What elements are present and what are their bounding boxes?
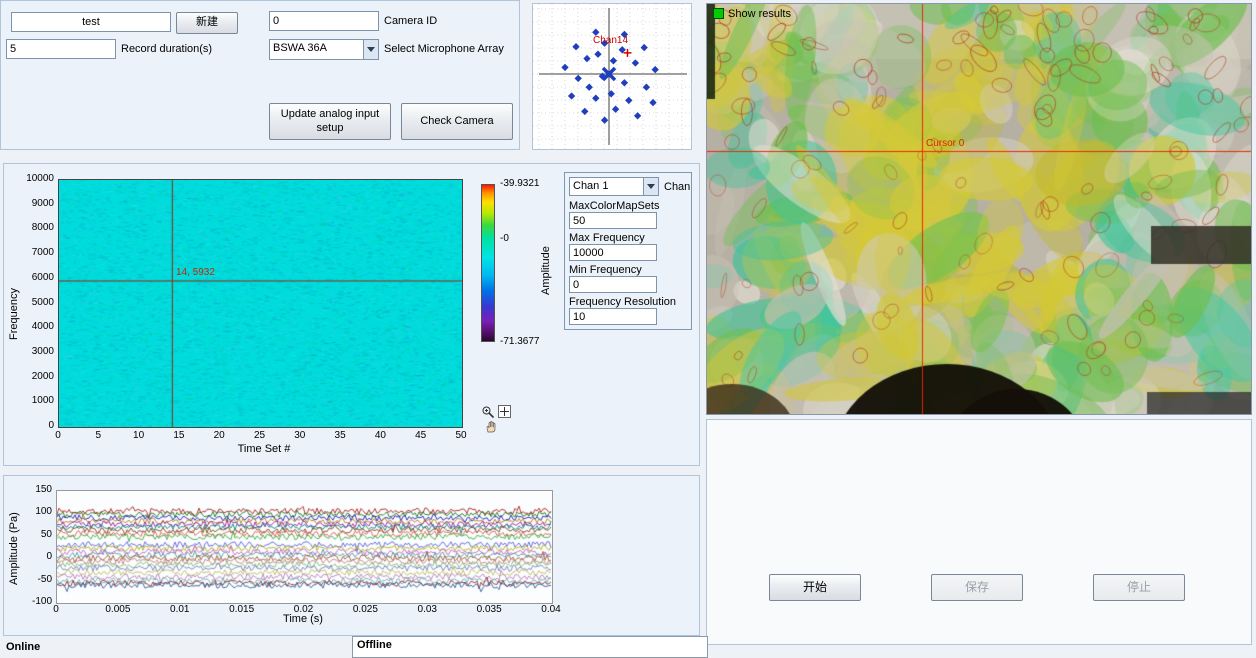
tick-label: 1000: [14, 395, 54, 406]
tick-label: 10: [121, 430, 157, 441]
tick-label: 0.04: [531, 604, 571, 615]
tick-label: 10000: [14, 173, 54, 184]
tick-label: -71.3677: [500, 336, 544, 347]
tick-label: 20: [201, 430, 237, 441]
max-colormap-sets-input[interactable]: [569, 212, 657, 229]
tick-label: 0.03: [407, 604, 447, 615]
tick-label: 0.035: [469, 604, 509, 615]
camera-beamforming-view[interactable]: [707, 4, 1251, 414]
tick-label: 2000: [14, 371, 54, 382]
tick-label: 5000: [14, 297, 54, 308]
tick-label: 45: [403, 430, 439, 441]
tick-label: 5: [80, 430, 116, 441]
start-button[interactable]: 开始: [769, 574, 861, 601]
control-actions-panel: 开始 保存 停止: [706, 419, 1252, 645]
tick-label: 8000: [14, 222, 54, 233]
tick-label: 0: [36, 604, 76, 615]
record-duration-label: Record duration(s): [121, 43, 212, 55]
show-results-checkbox[interactable]: [713, 8, 724, 19]
update-analog-input-button[interactable]: Update analog input setup: [269, 103, 391, 140]
color-scale: [481, 184, 495, 342]
tick-label: 0.015: [222, 604, 262, 615]
tick-label: 40: [362, 430, 398, 441]
session-name-input[interactable]: [11, 12, 171, 32]
max-frequency-input[interactable]: [569, 244, 657, 261]
mic-array-label: Select Microphone Array: [384, 43, 504, 55]
tick-label: -0: [500, 233, 544, 244]
mic-array-geometry-panel: Chan14: [532, 3, 692, 150]
tick-label: -50: [12, 574, 52, 585]
tick-label: 4000: [14, 321, 54, 332]
max-colormap-sets-label: MaxColorMapSets: [569, 200, 659, 212]
spectrogram-x-axis-label: Time Set #: [214, 443, 314, 455]
cursor-tool-icon[interactable]: [498, 405, 511, 418]
min-frequency-label: Min Frequency: [569, 264, 642, 276]
camera-beamforming-panel: Show results Cursor 0: [706, 3, 1252, 415]
record-duration-input[interactable]: [6, 39, 116, 59]
check-camera-button[interactable]: Check Camera: [401, 103, 513, 140]
spectrogram-plot[interactable]: [58, 179, 463, 428]
max-frequency-label: Max Frequency: [569, 232, 645, 244]
dropdown-arrow-icon[interactable]: [643, 178, 658, 195]
tick-label: -39.9321: [500, 178, 544, 189]
time-waveform-panel: Amplitude (Pa) Time (s) 150100500-50-100…: [3, 475, 700, 636]
camera-id-input[interactable]: [269, 11, 379, 31]
camera-id-label: Camera ID: [384, 15, 437, 27]
tick-label: 0.02: [284, 604, 324, 615]
frequency-resolution-input[interactable]: [569, 308, 657, 325]
channel-marker-label: Chan14: [593, 35, 628, 46]
tick-label: 0.01: [160, 604, 200, 615]
acquisition-settings-panel: 新建 Camera ID Record duration(s) BSWA 36A…: [0, 0, 520, 150]
spectrogram-cursor-label: 14, 5932: [176, 267, 215, 278]
min-frequency-input[interactable]: [569, 276, 657, 293]
offline-status-field: Offline: [352, 636, 708, 658]
tick-label: 15: [161, 430, 197, 441]
channel-select[interactable]: Chan 1: [569, 177, 659, 196]
pan-tool-icon[interactable]: [485, 420, 499, 433]
time-waveform-plot[interactable]: [56, 490, 553, 604]
online-status: Online: [6, 641, 40, 653]
save-button[interactable]: 保存: [931, 574, 1023, 601]
new-button[interactable]: 新建: [176, 12, 238, 34]
zoom-tool-icon[interactable]: [481, 405, 496, 419]
tick-label: 50: [12, 529, 52, 540]
tick-label: 0: [40, 430, 76, 441]
dropdown-arrow-icon[interactable]: [363, 40, 378, 59]
mic-array-selected-value: BSWA 36A: [270, 40, 363, 59]
mic-array-scatter-plot[interactable]: [533, 4, 691, 149]
channel-selected-value: Chan 1: [570, 178, 643, 195]
spectrogram-panel: 14, 5932 Frequency Time Set # Amplitude …: [3, 163, 700, 466]
tick-label: 30: [282, 430, 318, 441]
show-results-label: Show results: [728, 8, 791, 20]
tick-label: 6000: [14, 272, 54, 283]
tick-label: 100: [12, 506, 52, 517]
tick-label: 7000: [14, 247, 54, 258]
cursor-label: Cursor 0: [926, 138, 964, 149]
tick-label: 0.025: [345, 604, 385, 615]
tick-label: 50: [443, 430, 479, 441]
stop-button[interactable]: 停止: [1093, 574, 1185, 601]
tick-label: 25: [242, 430, 278, 441]
tick-label: 150: [12, 484, 52, 495]
tick-label: 0: [12, 551, 52, 562]
tick-label: 35: [322, 430, 358, 441]
tick-label: 3000: [14, 346, 54, 357]
application-window: 新建 Camera ID Record duration(s) BSWA 36A…: [0, 0, 1256, 658]
display-settings-box: Chan 1 Chan MaxColorMapSets Max Frequenc…: [564, 172, 692, 330]
channel-select-label: Chan: [664, 181, 690, 193]
mic-array-select[interactable]: BSWA 36A: [269, 39, 379, 60]
tick-label: 0.005: [98, 604, 138, 615]
frequency-resolution-label: Frequency Resolution: [569, 296, 676, 308]
tick-label: 9000: [14, 198, 54, 209]
